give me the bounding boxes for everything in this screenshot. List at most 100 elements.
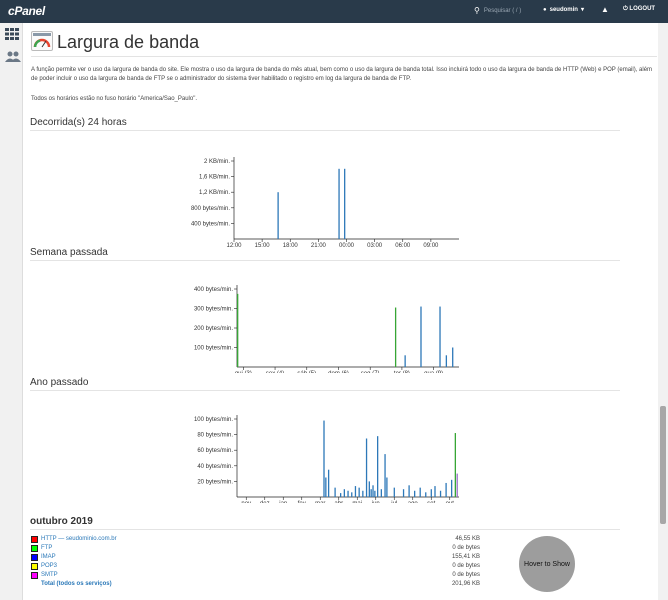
bar-http	[402, 489, 405, 497]
bar-http	[414, 490, 416, 497]
x-tick-label: ago	[408, 501, 419, 503]
usage-total-row: Total (todos os serviços) 201,96 KB	[30, 580, 480, 589]
x-tick-label: 12:00	[226, 243, 242, 249]
page-title: Largura de banda	[57, 32, 200, 52]
bar-http	[351, 492, 353, 497]
bar-http	[358, 487, 360, 497]
y-tick-label: 1,2 KB/min.	[199, 190, 230, 196]
search-icon: ⚲	[474, 6, 480, 15]
usage-value: 46,55 KB	[455, 536, 480, 542]
section-title-24h: Decorrida(s) 24 horas	[30, 117, 127, 128]
x-tick-label: 03:00	[367, 243, 383, 249]
bar-http	[439, 490, 442, 497]
chevron-down-icon: ▾	[580, 7, 584, 13]
y-tick-label: 800 bytes/min.	[191, 206, 230, 212]
search-input[interactable]: Pesquisar ( / )	[484, 8, 521, 14]
y-tick-label: 300 bytes/min.	[194, 307, 233, 313]
usage-value: 0 de bytes	[452, 545, 480, 551]
usage-row: POP3 0 de bytes	[30, 562, 480, 571]
x-tick-label: jan	[278, 501, 287, 503]
usage-row: IMAP 155,41 KB	[30, 553, 480, 562]
usage-service-link[interactable]: SMTP	[41, 571, 58, 580]
vertical-scrollbar[interactable]	[658, 23, 668, 600]
search-box[interactable]: ⚲ Pesquisar ( / )	[474, 6, 521, 15]
usage-row: FTP 0 de bytes	[30, 544, 480, 553]
users-icon[interactable]	[5, 51, 21, 63]
bar-http	[408, 485, 410, 497]
bar-http	[343, 489, 345, 497]
month-usage-table: HTTP — seudominio.com.br 46,55 KB FTP 0 de …	[30, 535, 480, 589]
x-tick-label: set	[427, 501, 435, 503]
bar-http	[340, 493, 342, 497]
x-tick-label: mai	[352, 501, 362, 503]
bar-http	[372, 485, 374, 497]
scrollbar-thumb[interactable]	[660, 406, 666, 524]
bar-http	[334, 487, 336, 497]
x-tick-label: 18:00	[283, 243, 299, 249]
bar-http	[384, 454, 386, 497]
usage-row: SMTP 0 de bytes	[30, 571, 480, 580]
bar-http	[452, 347, 454, 367]
bar-http	[380, 489, 382, 497]
usage-row: HTTP — seudominio.com.br 46,55 KB	[30, 535, 480, 544]
bar-http	[327, 469, 330, 497]
y-tick-label: 40 bytes/min.	[197, 464, 233, 470]
y-tick-label: 200 bytes/min.	[194, 326, 233, 332]
usage-color-swatch	[31, 536, 38, 543]
x-tick-label: qua (9)	[424, 371, 443, 373]
main-content: Largura de banda A função permite ver o …	[23, 23, 658, 600]
bar-http	[404, 355, 406, 367]
logout-label: LOGOUT	[629, 6, 656, 12]
x-tick-label: jul	[390, 501, 397, 503]
bar-http	[344, 168, 346, 239]
grid-apps-icon[interactable]	[5, 28, 19, 40]
bar-http	[338, 168, 340, 239]
power-icon: ⏻	[623, 6, 628, 12]
bar-http	[374, 490, 376, 497]
bar-http	[325, 477, 327, 497]
title-divider	[31, 56, 657, 57]
bar-imap	[454, 433, 456, 497]
bandwidth-gauge-icon	[31, 31, 53, 51]
usage-service-link[interactable]: IMAP	[41, 553, 56, 562]
x-tick-label: dez	[260, 501, 270, 503]
month-summary-title: outubro 2019	[30, 516, 93, 527]
usage-total-value: 201,96 KB	[451, 581, 480, 587]
usage-service-link[interactable]: POP3	[41, 562, 57, 571]
x-tick-label: sex (4)	[266, 371, 284, 373]
usage-service-link[interactable]: HTTP — seudominio.com.br	[41, 535, 117, 544]
bar-imap	[394, 307, 397, 367]
x-tick-label: 15:00	[255, 243, 271, 249]
cpanel-logo[interactable]: cPanel	[8, 4, 45, 18]
user-menu[interactable]: ● seudomin ▾	[543, 6, 584, 14]
usage-value: 155,41 KB	[451, 554, 480, 560]
y-tick-label: 100 bytes/min.	[194, 346, 233, 352]
section-title-year: Ano passado	[30, 377, 89, 388]
chart-last-week: 100 bytes/min. 200 bytes/min. 300 bytes/mi…	[194, 285, 459, 373]
x-tick-label: dom (6)	[328, 371, 349, 373]
x-tick-label: fev	[298, 501, 306, 503]
y-tick-label: 100 bytes/min.	[194, 417, 233, 423]
x-tick-label: 21:00	[311, 243, 327, 249]
notifications-bell-icon[interactable]: ▲	[601, 5, 609, 14]
bar-http	[420, 306, 422, 367]
hover-to-show-button[interactable]: Hover to Show	[519, 536, 575, 592]
y-tick-label: 400 bytes/min.	[194, 287, 233, 293]
top-navigation-bar: cPanel ⚲ Pesquisar ( / ) ● seudomin ▾ ▲ …	[0, 0, 668, 23]
x-tick-label: ter (8)	[394, 371, 410, 373]
bar-http	[451, 479, 453, 497]
y-tick-label: 1,6 KB/min.	[199, 175, 230, 181]
usage-value: 0 de bytes	[452, 563, 480, 569]
usage-total-label: Total (todos os serviços)	[41, 581, 112, 587]
logout-button[interactable]: ⏻ LOGOUT	[623, 6, 655, 13]
x-tick-label: jun	[371, 501, 380, 503]
timezone-note: Todos os horários estão no fuso horário …	[31, 96, 198, 102]
usage-value: 0 de bytes	[452, 572, 480, 578]
x-tick-label: qui (3)	[235, 371, 252, 373]
x-tick-label: abr	[334, 501, 343, 503]
sidebar	[0, 23, 23, 600]
usage-service-link[interactable]: FTP	[41, 544, 52, 553]
bar-smtp	[456, 473, 458, 497]
user-icon: ●	[543, 6, 547, 13]
y-tick-label: 2 KB/min.	[204, 159, 230, 165]
